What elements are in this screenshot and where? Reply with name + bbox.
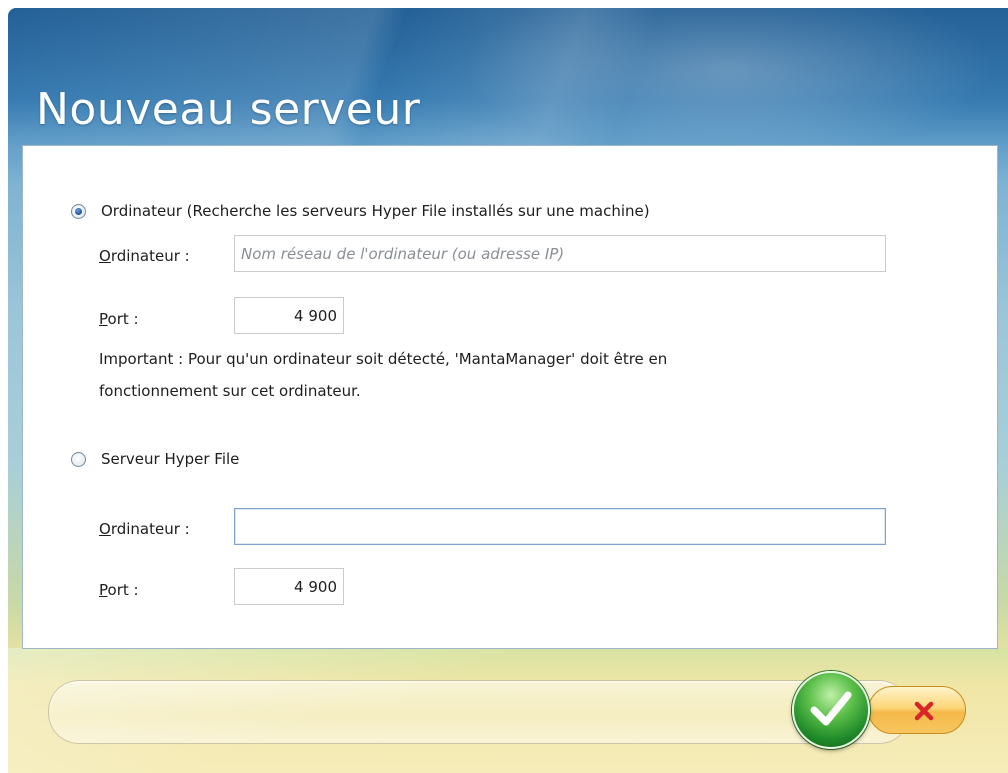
server-computer-label-text: rdinateur :: [110, 520, 190, 538]
radio-hyperfile-server[interactable]: [71, 452, 86, 467]
content-panel: Ordinateur (Recherche les serveurs Hyper…: [22, 145, 998, 649]
radio-computer[interactable]: [71, 204, 86, 219]
ok-button[interactable]: [792, 671, 870, 749]
server-computer-label-accesskey: O: [99, 520, 111, 538]
radio-selected-dot: [75, 208, 82, 215]
dialog-title: Nouveau serveur: [36, 84, 421, 135]
server-computer-field-label: Ordinateur :: [99, 520, 190, 538]
close-icon: [914, 701, 934, 721]
server-port-label-text: ort :: [107, 581, 139, 599]
bottom-action-bar: [48, 680, 910, 744]
computer-label-text: rdinateur :: [110, 247, 190, 265]
port-label-accesskey: P: [99, 310, 108, 328]
checkmark-icon: [810, 691, 852, 726]
important-note-line1: Important : Pour qu'un ordinateur soit d…: [99, 350, 668, 368]
server-port-field-label: Port :: [99, 581, 139, 599]
radio-hyperfile-server-label[interactable]: Serveur Hyper File: [101, 450, 239, 468]
server-port-label-accesskey: P: [99, 581, 108, 599]
dialog-window: Nouveau serveur Ordinateur (Recherche le…: [8, 8, 1008, 773]
computer-label-accesskey: O: [99, 247, 111, 265]
server-port-input[interactable]: [234, 568, 344, 605]
cancel-button[interactable]: [868, 686, 966, 734]
port-field-label: Port :: [99, 310, 139, 328]
computer-field-label: Ordinateur :: [99, 247, 190, 265]
server-computer-input[interactable]: [234, 508, 886, 545]
computer-hostname-input[interactable]: [234, 235, 886, 272]
port-label-text: ort :: [107, 310, 139, 328]
computer-port-input[interactable]: [234, 297, 344, 334]
important-note-line2: fonctionnement sur cet ordinateur.: [99, 382, 361, 400]
radio-computer-label[interactable]: Ordinateur (Recherche les serveurs Hyper…: [101, 202, 650, 220]
